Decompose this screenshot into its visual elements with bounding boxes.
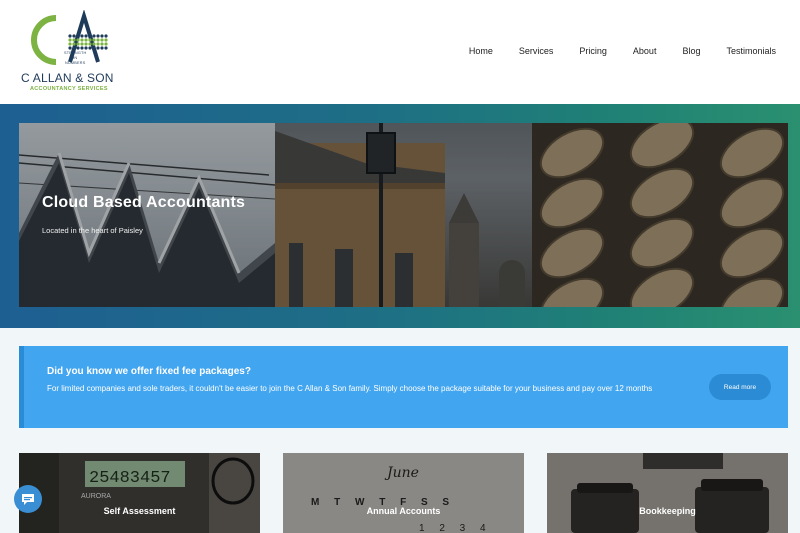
brand-subtitle: ACCOUNTANCY SERVICES [30, 86, 108, 92]
service-card-bookkeeping[interactable]: Bookkeeping [547, 453, 788, 533]
site-header: CA STRENGTH IN NUMBERS C ALLAN & SON ACC… [0, 0, 800, 104]
hero-banner: Cloud Based Accountants Located in the h… [19, 123, 788, 307]
card-title: Annual Accounts [366, 506, 441, 516]
tagline-line: NUMBERS [65, 61, 86, 65]
card-overlay [19, 453, 260, 533]
chat-button[interactable] [14, 485, 42, 513]
nav-services[interactable]: Services [519, 46, 554, 56]
nav-home[interactable]: Home [469, 46, 493, 56]
card-overlay [283, 453, 524, 533]
fixed-fee-notice: Did you know we offer fixed fee packages… [19, 346, 788, 428]
chat-icon [22, 493, 34, 505]
nav-testimonials[interactable]: Testimonials [726, 46, 776, 56]
hero-overlay [19, 123, 788, 307]
notice-title: Did you know we offer fixed fee packages… [47, 366, 251, 377]
nav-pricing[interactable]: Pricing [579, 46, 607, 56]
notice-text: For limited companies and sole traders, … [47, 384, 653, 393]
hero-subtitle: Located in the heart of Paisley [42, 226, 143, 235]
read-more-button[interactable]: Read more [709, 374, 771, 400]
brand-name: C ALLAN & SON [21, 71, 114, 85]
main-nav: Home Services Pricing About Blog Testimo… [443, 46, 776, 56]
card-overlay [547, 453, 788, 533]
service-card-self-assessment[interactable]: 25483457 AURORA Self Assessment [19, 453, 260, 533]
logo[interactable]: CA STRENGTH IN NUMBERS C ALLAN & SON ACC… [18, 10, 118, 94]
logo-tagline: STRENGTH IN NUMBERS [64, 51, 86, 66]
card-title: Self Assessment [103, 506, 176, 516]
hero-title: Cloud Based Accountants [42, 194, 246, 211]
service-card-annual-accounts[interactable]: June M T W T F S S 1 2 3 4 Annual Accoun… [283, 453, 524, 533]
nav-blog[interactable]: Blog [682, 46, 700, 56]
nav-about[interactable]: About [633, 46, 657, 56]
card-title: Bookkeeping [639, 506, 696, 516]
